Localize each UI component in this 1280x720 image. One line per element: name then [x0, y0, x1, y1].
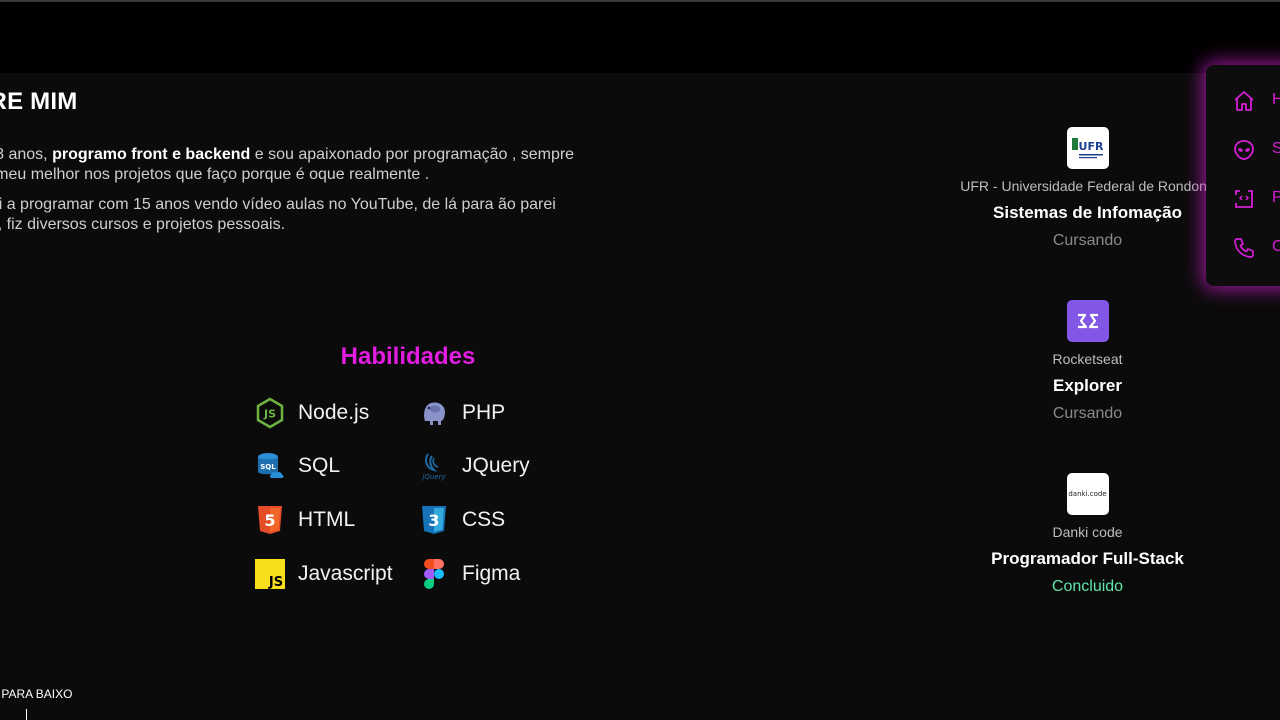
svg-text:SQL: SQL [260, 463, 276, 471]
education-institution: Rocketseat [1052, 351, 1123, 367]
about-title: BRE MIM [0, 88, 78, 115]
top-bar [0, 0, 1280, 73]
skill-label: JQuery [462, 454, 530, 478]
education-item-danki: danki.code Danki code Programador Full-S… [900, 473, 1275, 597]
about-paragraph-2: necei a programar com 15 anos vendo víde… [0, 196, 556, 233]
skill-label: PHP [462, 400, 506, 424]
skill-sql: SQL SQL [254, 440, 418, 494]
skill-figma: Figma [418, 547, 568, 601]
skills-grid: JS Node.js PHP SQL SQL jQuery JQuery 5 H… [254, 386, 568, 600]
ufr-logo-icon: UFR [1071, 138, 1103, 159]
rocketseat-logo [1066, 300, 1109, 342]
php-icon [424, 402, 445, 425]
code-frame-icon [1235, 190, 1253, 208]
skill-nodejs: JS Node.js [254, 386, 418, 440]
about-text: ho 18 anos, programo front e backend e s… [0, 145, 584, 245]
figma-icon [424, 558, 444, 589]
skill-label: HTML [298, 507, 356, 531]
alien-icon [1234, 140, 1254, 160]
skill-html: 5 HTML [254, 493, 418, 547]
about-p1-bold: programo front e backend [52, 146, 251, 163]
education-status: Concluido [1051, 578, 1124, 595]
svg-text:JS: JS [268, 575, 283, 590]
skill-jquery: jQuery JQuery [418, 440, 568, 494]
nav-item-about[interactable] [1232, 138, 1256, 162]
nav-item-projects[interactable] [1232, 187, 1256, 211]
about-p1-start: ho 18 anos, [0, 146, 48, 163]
scroll-indicator-line [26, 709, 27, 720]
svg-text:5: 5 [264, 511, 275, 530]
jquery-icon: jQuery [421, 453, 446, 481]
sql-icon: SQL [258, 453, 284, 479]
svg-text:UFR: UFR [1078, 140, 1103, 153]
ufr-logo: UFR [1066, 127, 1109, 169]
education-institution: Danki code [1052, 524, 1123, 540]
danki-logo-text: danki.code [1068, 490, 1107, 498]
nav-label-projects[interactable]: P [1272, 189, 1280, 207]
skill-label: Figma [462, 561, 521, 585]
skill-javascript: JS Javascript [254, 547, 418, 601]
nav-item-contact[interactable] [1232, 236, 1256, 260]
about-paragraph-1: ho 18 anos, programo front e backend e s… [0, 145, 584, 185]
nav-label-about[interactable]: S [1272, 140, 1280, 158]
rocketseat-logo-icon [1077, 313, 1098, 329]
javascript-icon: JS [255, 558, 285, 590]
html5-icon: 5 [258, 505, 282, 534]
skill-label: Node.js [298, 400, 370, 424]
skill-php: PHP [418, 386, 568, 440]
phone-icon [1234, 238, 1254, 258]
skills-title: Habilidades [340, 343, 476, 370]
svg-text:3: 3 [428, 511, 439, 530]
education-status: Cursando [1052, 405, 1123, 422]
education-course: Explorer [1053, 376, 1122, 395]
home-icon [1234, 91, 1254, 111]
education-item-rocketseat: Rocketseat Explorer Cursando [900, 300, 1275, 424]
svg-text:jQuery: jQuery [421, 473, 446, 481]
svg-text:JS: JS [263, 407, 276, 420]
skill-label: CSS [462, 507, 506, 531]
nav-item-home[interactable] [1232, 89, 1256, 113]
skill-css: 3 CSS [418, 493, 568, 547]
education-course: Programador Full-Stack [991, 549, 1184, 568]
css3-icon: 3 [422, 505, 446, 534]
danki-logo: danki.code [1066, 473, 1109, 515]
nav-label-home[interactable]: H [1272, 91, 1280, 109]
skill-label: Javascript [298, 561, 393, 585]
floating-nav-menu: H S P C [1206, 65, 1280, 286]
skill-label: SQL [298, 454, 341, 478]
nodejs-icon: JS [256, 397, 284, 429]
scroll-down-hint[interactable]: E PARA BAIXO [0, 687, 72, 701]
nav-label-contact[interactable]: C [1272, 238, 1280, 256]
